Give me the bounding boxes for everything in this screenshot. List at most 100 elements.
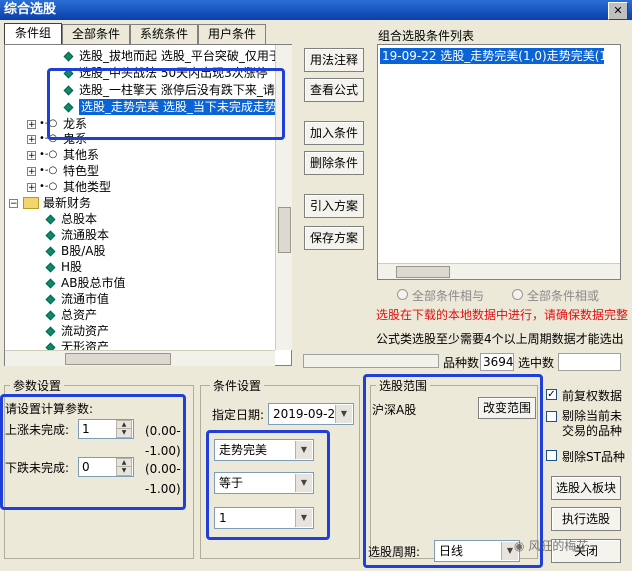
param1-label: 上涨未完成: xyxy=(5,423,70,437)
tree-item[interactable]: 其他系 xyxy=(63,147,99,163)
chevron-down-icon[interactable]: ▼ xyxy=(295,441,312,459)
param1-spinner[interactable]: 1 ▲ ▼ xyxy=(78,419,134,439)
tree-item[interactable]: 最新财务 xyxy=(43,195,91,211)
param2-value: 0 xyxy=(82,460,90,474)
tree-item[interactable]: 选股_拔地而起 选股_平台突破_仅用于 xyxy=(79,48,281,64)
formula-icon xyxy=(45,262,56,273)
add-to-block-button[interactable]: 选股入板块 xyxy=(551,476,621,500)
spin-down-icon[interactable]: ▼ xyxy=(116,466,132,476)
link-icon: •-○ xyxy=(39,181,58,192)
tree-item[interactable]: H股 xyxy=(61,259,82,275)
tab-system-conditions[interactable]: 系统条件 xyxy=(130,24,198,44)
link-icon: •-○ xyxy=(39,165,58,176)
scrollbar-thumb[interactable] xyxy=(396,266,450,278)
selected-count-value xyxy=(558,353,621,371)
all-and-label: 全部条件相与 xyxy=(412,289,485,303)
total-count-label: 品种数 xyxy=(443,356,480,370)
param2-range: (0.00--1.00) xyxy=(145,462,181,496)
tree-item[interactable]: 总资产 xyxy=(61,307,97,323)
annotation-highlight xyxy=(47,68,285,140)
params-prompt: 请设置计算参数: xyxy=(5,402,94,416)
exclude-suspended-checkbox[interactable] xyxy=(546,411,557,422)
scrollbar-thumb[interactable] xyxy=(65,353,171,365)
expand-icon[interactable]: + xyxy=(27,167,36,177)
date-value: 2019-09-22 xyxy=(273,407,343,421)
value-value: 1 xyxy=(219,511,227,525)
formula-icon xyxy=(45,230,56,241)
chevron-down-icon[interactable]: ▼ xyxy=(335,405,352,423)
selected-count-label: 选中数 xyxy=(518,356,555,370)
param1-range: (0.00--1.00) xyxy=(145,424,181,458)
pre-adjust-checkbox[interactable]: ✓ xyxy=(546,389,557,400)
data-warning: 选股在下载的本地数据中进行，请确保数据完整 xyxy=(376,308,629,322)
tab-label: 用户条件 xyxy=(207,27,256,41)
tree-item[interactable]: 特色型 xyxy=(63,163,99,179)
exclude-st-checkbox[interactable] xyxy=(546,450,557,461)
period-label: 选股周期: xyxy=(368,545,421,559)
formula-icon xyxy=(63,51,74,62)
chevron-down-icon[interactable]: ▼ xyxy=(295,474,312,492)
usage-note-button[interactable]: 用法注释 xyxy=(304,48,364,72)
param2-spinner[interactable]: 0 ▲ ▼ xyxy=(78,457,134,477)
tab-condition-group[interactable]: 条件组 xyxy=(4,23,62,45)
date-picker[interactable]: 2019-09-22 ▼ xyxy=(268,403,354,425)
scrollbar-thumb[interactable] xyxy=(278,207,291,253)
all-and-radio[interactable] xyxy=(397,289,408,300)
execute-button[interactable]: 执行选股 xyxy=(551,507,621,531)
tab-label: 全部条件 xyxy=(71,27,120,41)
expand-icon[interactable]: + xyxy=(27,151,36,161)
tree-item[interactable]: 总股本 xyxy=(61,211,97,227)
change-range-button[interactable]: 改变范围 xyxy=(478,397,536,419)
tree-item[interactable]: 其他类型 xyxy=(63,179,111,195)
tree-item[interactable]: AB股总市值 xyxy=(61,275,125,291)
formula-icon xyxy=(45,326,56,337)
period-notice: 公式类选股至少需要4个以上周期数据才能选出 xyxy=(376,332,624,346)
list-hscrollbar[interactable] xyxy=(378,263,620,279)
list-item[interactable]: 19-09-22 选股_走势完美(1,0)走势完美(1,0) xyxy=(380,48,604,64)
all-or-radio[interactable] xyxy=(512,289,523,300)
expand-icon[interactable]: + xyxy=(27,135,36,145)
tab-label: 条件组 xyxy=(14,26,51,40)
period-select[interactable]: 日线 ▼ xyxy=(434,540,520,562)
tab-all-conditions[interactable]: 全部条件 xyxy=(62,24,130,44)
tab-user-conditions[interactable]: 用户条件 xyxy=(198,24,266,44)
tree-hscrollbar[interactable] xyxy=(5,350,275,366)
expand-icon[interactable]: + xyxy=(27,183,36,193)
wechat-icon: ◉ xyxy=(514,539,525,553)
formula-icon xyxy=(45,214,56,225)
formula-icon xyxy=(45,246,56,257)
value-select[interactable]: 1 ▼ xyxy=(214,507,314,529)
import-scheme-button[interactable]: 引入方案 xyxy=(304,194,364,218)
folder-icon xyxy=(23,197,39,209)
indicator-value: 走势完美 xyxy=(219,443,268,457)
period-value: 日线 xyxy=(439,544,464,558)
indicator-select[interactable]: 走势完美 ▼ xyxy=(214,439,314,461)
link-icon: •-○ xyxy=(39,149,58,160)
formula-icon xyxy=(45,294,56,305)
chevron-down-icon[interactable]: ▼ xyxy=(295,509,312,527)
tree-item[interactable]: 流通市值 xyxy=(61,291,109,307)
tab-label: 系统条件 xyxy=(139,27,188,41)
range-group-label: 选股范围 xyxy=(376,377,431,394)
formula-icon xyxy=(45,310,56,321)
add-condition-button[interactable]: 加入条件 xyxy=(304,121,364,145)
save-scheme-button[interactable]: 保存方案 xyxy=(304,226,364,250)
tree-item[interactable]: 流动资产 xyxy=(61,323,109,339)
delete-condition-button[interactable]: 删除条件 xyxy=(304,151,364,175)
expand-icon[interactable]: + xyxy=(27,120,36,130)
watermark-text: 风狂的梅花 xyxy=(528,539,589,553)
tree-item[interactable]: B股/A股 xyxy=(61,243,106,259)
combo-condition-list[interactable]: 19-09-22 选股_走势完美(1,0)走势完美(1,0) xyxy=(377,44,621,280)
title-bar: 综合选股 ✕ xyxy=(0,0,632,20)
cond-group-label: 条件设置 xyxy=(210,377,265,394)
collapse-icon[interactable]: − xyxy=(9,199,18,209)
close-icon[interactable]: ✕ xyxy=(608,2,628,20)
params-group-label: 参数设置 xyxy=(10,377,65,394)
date-label: 指定日期: xyxy=(212,408,265,422)
market-text: 沪深A股 xyxy=(372,403,417,417)
view-formula-button[interactable]: 查看公式 xyxy=(304,78,364,102)
operator-select[interactable]: 等于 ▼ xyxy=(214,472,314,494)
tree-item[interactable]: 流通股本 xyxy=(61,227,109,243)
spin-down-icon[interactable]: ▼ xyxy=(116,428,132,438)
formula-icon xyxy=(45,278,56,289)
